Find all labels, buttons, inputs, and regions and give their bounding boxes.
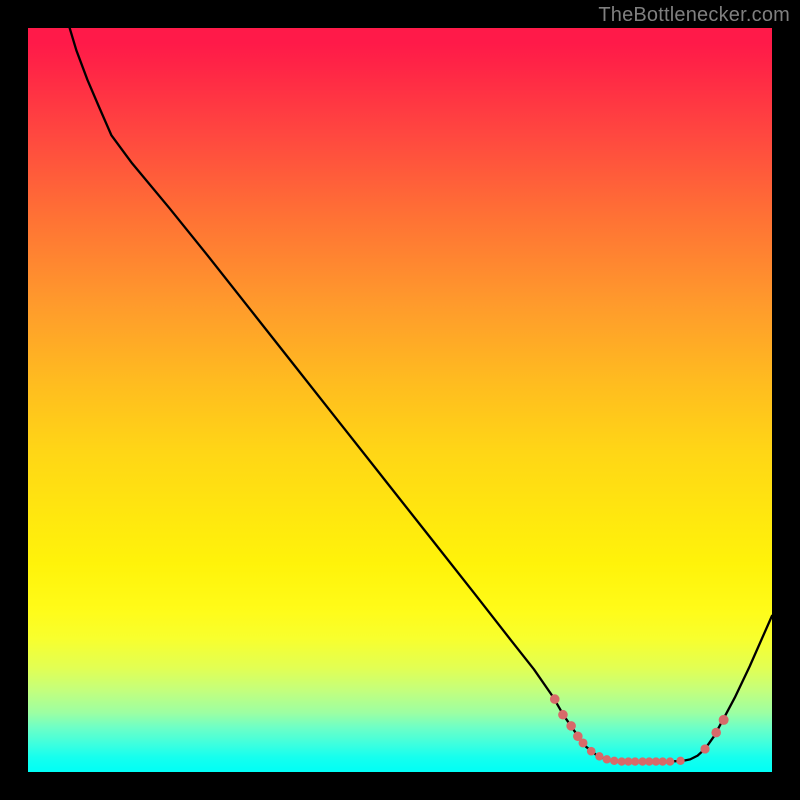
data-point — [566, 721, 576, 731]
data-point — [595, 752, 603, 760]
chart-container: TheBottlenecker.com — [0, 0, 800, 800]
data-point — [610, 757, 618, 765]
data-point — [676, 757, 684, 765]
data-point — [700, 744, 709, 753]
data-point — [711, 728, 721, 738]
data-point — [658, 757, 666, 765]
data-point — [579, 738, 588, 747]
data-point — [550, 694, 560, 704]
data-point — [587, 747, 596, 756]
attribution-text: TheBottlenecker.com — [598, 4, 790, 27]
data-point — [558, 710, 568, 720]
data-points-group — [550, 694, 729, 765]
data-point — [719, 715, 729, 725]
data-point — [631, 757, 639, 765]
curve-line — [70, 28, 772, 762]
chart-svg — [28, 28, 772, 772]
data-point — [603, 755, 611, 763]
plot-area — [28, 28, 772, 772]
data-point — [666, 757, 674, 765]
